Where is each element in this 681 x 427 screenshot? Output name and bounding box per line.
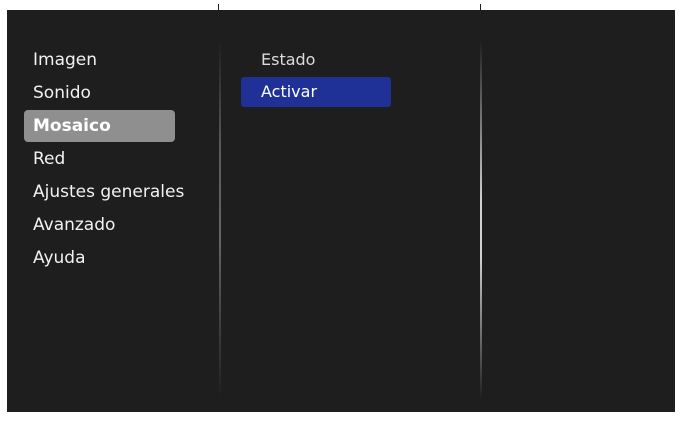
main-menu-item-ajustes-generales[interactable]: Ajustes generales — [24, 176, 199, 208]
sub-menu-item-estado[interactable]: Estado — [241, 45, 393, 75]
sub-menu: Estado Activar — [241, 45, 393, 109]
sub-menu-item-activar[interactable]: Activar — [241, 77, 391, 107]
main-menu-item-avanzado[interactable]: Avanzado — [24, 209, 199, 241]
main-menu-item-ayuda[interactable]: Ayuda — [24, 242, 199, 274]
main-menu-item-mosaico[interactable]: Mosaico — [24, 110, 175, 142]
main-menu-item-red[interactable]: Red — [24, 143, 199, 175]
osd-menu-screen: Imagen Sonido Mosaico Red Ajustes genera… — [7, 10, 675, 412]
main-menu: Imagen Sonido Mosaico Red Ajustes genera… — [24, 44, 199, 275]
column-divider-left — [219, 40, 221, 400]
main-menu-item-imagen[interactable]: Imagen — [24, 44, 199, 76]
column-divider-right — [480, 40, 482, 400]
main-menu-item-sonido[interactable]: Sonido — [24, 77, 199, 109]
